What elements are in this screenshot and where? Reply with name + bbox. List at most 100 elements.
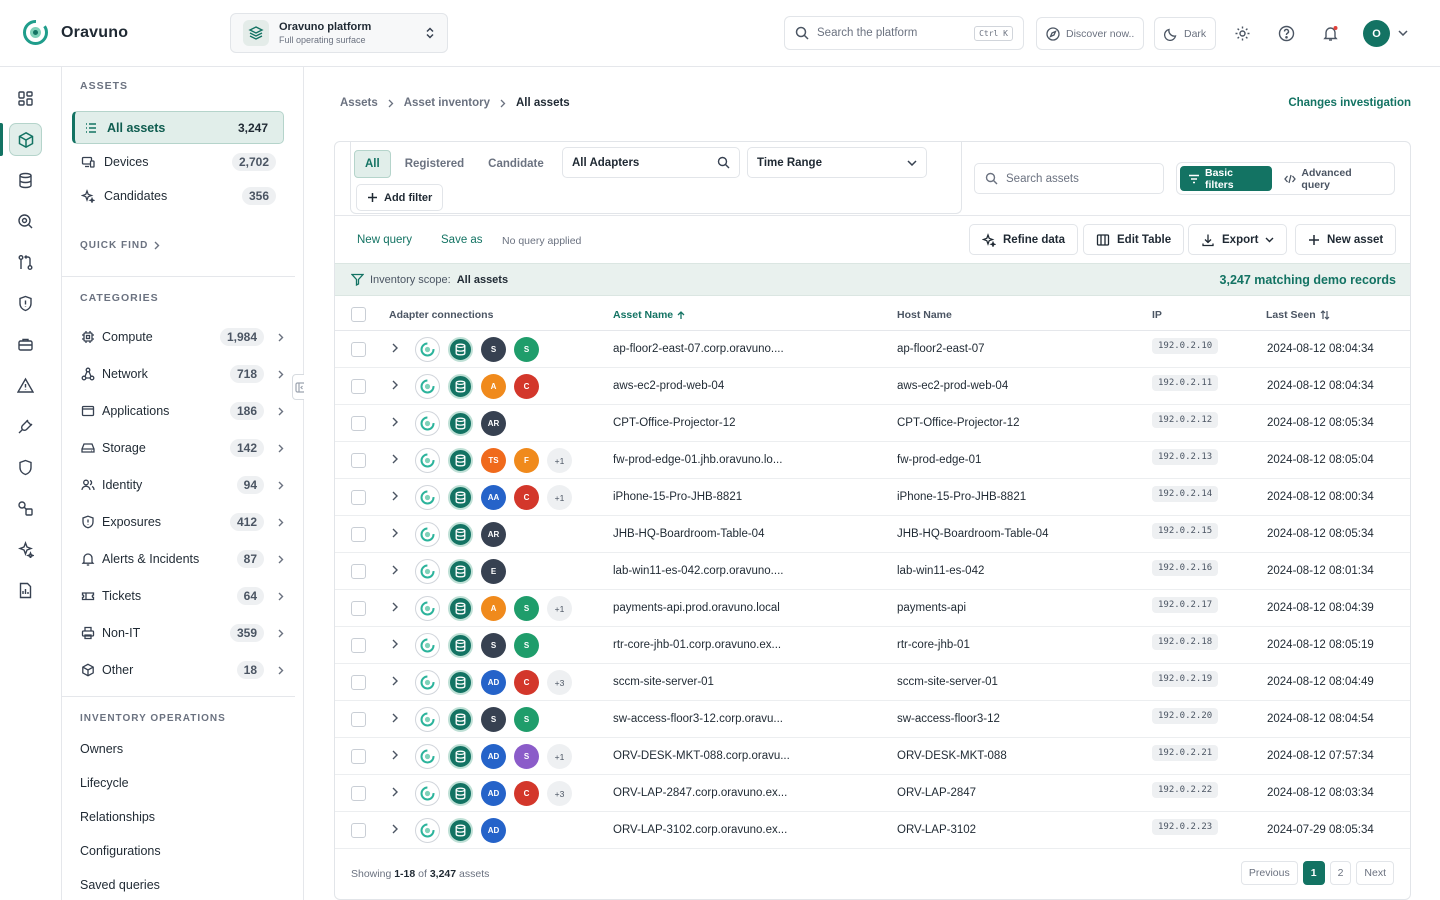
table-row[interactable]: AA C +1 iPhone-15-Pro-JHB-8821 iPhone-15-Pro… [335, 479, 1410, 516]
new-query-link[interactable]: New query [357, 234, 412, 246]
chevron-right-icon[interactable] [392, 528, 398, 538]
row-checkbox[interactable] [351, 527, 366, 542]
discover-button[interactable]: Discover now.. [1036, 17, 1145, 50]
asset-name-cell[interactable]: lab-win11-es-042.corp.oravuno.... [613, 565, 783, 577]
table-row[interactable]: A Caws-ec2-prod-web-04 aws-ec2-prod-web-04… [335, 368, 1410, 405]
adapter-badge[interactable]: TS [481, 448, 506, 473]
adapter-badge[interactable]: S [481, 337, 506, 362]
adapter-oravuno-icon[interactable] [415, 411, 440, 436]
page-button[interactable]: 1 [1302, 861, 1325, 885]
git-compare-icon[interactable] [9, 246, 42, 279]
shapes-icon[interactable] [9, 492, 42, 525]
adapter-database-icon[interactable] [448, 411, 473, 436]
shield-alert-icon[interactable] [9, 287, 42, 320]
sparkle-icon[interactable] [9, 533, 42, 566]
briefcase-icon[interactable] [9, 328, 42, 361]
adapter-database-icon[interactable] [448, 522, 473, 547]
next-page-button[interactable]: Next [1356, 861, 1394, 885]
adapter-database-icon[interactable] [448, 744, 473, 769]
table-row[interactable]: S Srtr-core-jhb-01.corp.oravuno.ex... rtr-… [335, 627, 1410, 664]
chevron-right-icon[interactable] [392, 750, 398, 760]
chevron-right-icon[interactable] [392, 713, 398, 723]
asset-name-cell[interactable]: ORV-LAP-3102.corp.oravuno.ex... [613, 824, 787, 836]
avatar[interactable]: O [1363, 20, 1390, 47]
asset-name-cell[interactable]: ORV-DESK-MKT-088.corp.oravu... [613, 750, 790, 762]
segment-candidate[interactable]: Candidate [478, 150, 554, 178]
adapter-badge[interactable]: S [514, 744, 539, 769]
operation-owners[interactable]: Owners [80, 742, 123, 756]
asset-name-cell[interactable]: fw-prod-edge-01.jhb.oravuno.lo... [613, 454, 782, 466]
adapter-oravuno-icon[interactable] [415, 818, 440, 843]
table-row[interactable]: A S +1 payments-api.prod.oravuno.local payme… [335, 590, 1410, 627]
adapter-oravuno-icon[interactable] [415, 596, 440, 621]
adapter-oravuno-icon[interactable] [415, 781, 440, 806]
adapter-badge[interactable]: AA [481, 485, 506, 510]
column-ip[interactable]: IP [1152, 309, 1162, 321]
adapter-more-badge[interactable]: +3 [547, 670, 572, 695]
row-checkbox[interactable] [351, 564, 366, 579]
basic-filters-button[interactable]: Basic filters [1180, 166, 1273, 191]
advanced-query-button[interactable]: Advanced query [1276, 166, 1391, 191]
asset-name-cell[interactable]: ap-floor2-east-07.corp.oravuno.... [613, 343, 784, 355]
adapter-badge[interactable]: AD [481, 781, 506, 806]
changes-investigation-link[interactable]: Changes investigation [1288, 97, 1411, 109]
adapter-more-badge[interactable]: +1 [547, 596, 572, 621]
breadcrumb-item[interactable]: Assets [340, 97, 378, 109]
quick-find-link[interactable]: QUICK FIND [80, 240, 160, 251]
adapter-badge[interactable]: S [514, 337, 539, 362]
sidebar-item-candidates[interactable]: Candidates 356 [72, 179, 284, 212]
page-button[interactable]: 2 [1329, 861, 1352, 885]
adapter-database-icon[interactable] [448, 781, 473, 806]
shield-icon[interactable] [9, 451, 42, 484]
operation-lifecycle[interactable]: Lifecycle [80, 776, 129, 790]
adapters-select[interactable]: All Adapters [562, 147, 740, 178]
gear-icon[interactable] [1231, 22, 1253, 44]
asset-name-cell[interactable]: ORV-LAP-2847.corp.oravuno.ex... [613, 787, 787, 799]
theme-toggle-button[interactable]: Dark [1154, 17, 1217, 50]
chevron-right-icon[interactable] [392, 676, 398, 686]
adapter-oravuno-icon[interactable] [415, 633, 440, 658]
table-row[interactable]: TS F +1 fw-prod-edge-01.jhb.oravuno.lo... fw… [335, 442, 1410, 479]
row-checkbox[interactable] [351, 416, 366, 431]
adapter-database-icon[interactable] [448, 559, 473, 584]
asset-name-cell[interactable]: payments-api.prod.oravuno.local [613, 602, 780, 614]
adapter-database-icon[interactable] [448, 670, 473, 695]
platform-switcher[interactable]: Oravuno platform Full operating surface [230, 13, 448, 53]
adapter-badge[interactable]: S [514, 596, 539, 621]
refine-data-button[interactable]: Refine data [969, 224, 1078, 255]
table-row[interactable]: S Ssw-access-floor3-12.corp.oravu... sw-ac… [335, 701, 1410, 738]
adapter-badge[interactable]: AD [481, 670, 506, 695]
adapter-database-icon[interactable] [448, 633, 473, 658]
asset-name-cell[interactable]: JHB-HQ-Boardroom-Table-04 [613, 528, 764, 540]
adapter-badge[interactable]: E [481, 559, 506, 584]
adapter-badge[interactable]: A [481, 374, 506, 399]
adapter-oravuno-icon[interactable] [415, 522, 440, 547]
breadcrumb-item[interactable]: Asset inventory [404, 97, 490, 109]
adapter-badge[interactable]: C [514, 781, 539, 806]
adapter-database-icon[interactable] [448, 374, 473, 399]
adapter-badge[interactable]: AR [481, 411, 506, 436]
row-checkbox[interactable] [351, 601, 366, 616]
chevron-right-icon[interactable] [392, 343, 398, 353]
row-checkbox[interactable] [351, 823, 366, 838]
chevron-right-icon[interactable] [392, 417, 398, 427]
plug-icon[interactable] [9, 410, 42, 443]
table-row[interactable]: AD ORV-LAP-3102.corp.oravuno.ex... ORV-LAP… [335, 812, 1410, 849]
row-checkbox[interactable] [351, 638, 366, 653]
new-asset-button[interactable]: New asset [1295, 224, 1397, 255]
adapter-badge[interactable]: C [514, 485, 539, 510]
adapter-database-icon[interactable] [448, 337, 473, 362]
adapter-badge[interactable]: S [514, 707, 539, 732]
adapter-badge[interactable]: C [514, 374, 539, 399]
select-all-checkbox[interactable] [351, 307, 366, 322]
adapter-oravuno-icon[interactable] [415, 374, 440, 399]
segment-all[interactable]: All [354, 149, 391, 178]
adapter-badge[interactable]: AR [481, 522, 506, 547]
asset-name-cell[interactable]: aws-ec2-prod-web-04 [613, 380, 724, 392]
adapter-badge[interactable]: C [514, 670, 539, 695]
bell-icon[interactable] [1319, 22, 1341, 44]
asset-search-input[interactable]: Search assets [974, 163, 1164, 194]
chevron-right-icon[interactable] [392, 454, 398, 464]
dashboard-icon[interactable] [9, 82, 42, 115]
app-logo[interactable]: Oravuno [22, 19, 128, 46]
